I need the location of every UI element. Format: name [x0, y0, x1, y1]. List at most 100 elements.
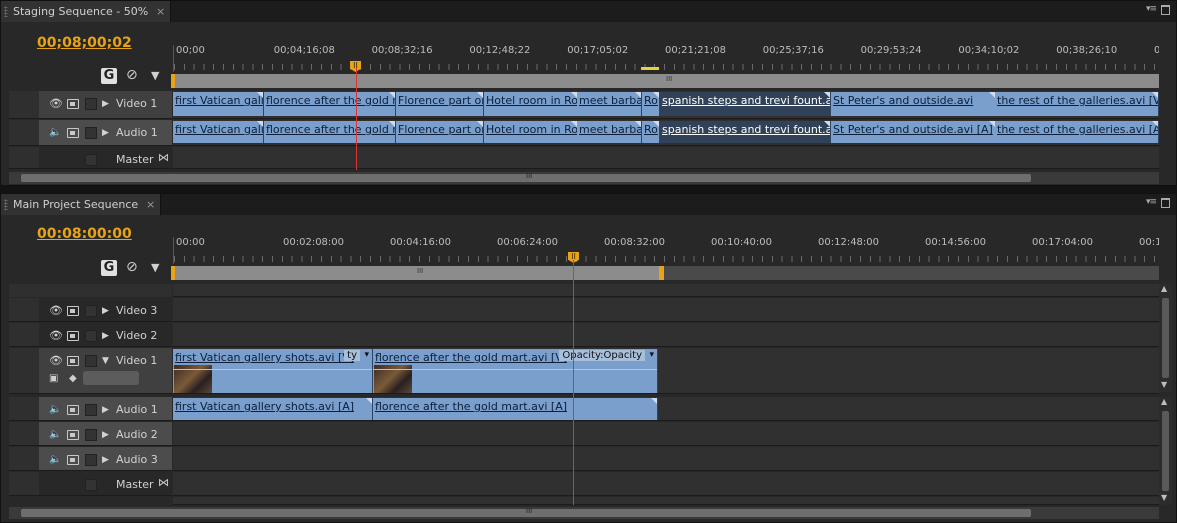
staging-zoom-handle-left[interactable] [171, 74, 175, 88]
scroll-down-icon[interactable]: ▼ [1161, 380, 1167, 389]
main-audio-track[interactable] [173, 447, 1159, 471]
chevron-down-icon[interactable]: ▾ [649, 350, 654, 360]
clip[interactable]: florence after the gold mart.avi [V] Opac… [373, 349, 658, 393]
staging-time-ruler[interactable]: 00;00 00;04;16;08 00;08;32;16 00;12;48;22 00… [173, 45, 1159, 72]
keyframe-navigator-slider[interactable] [83, 371, 139, 385]
clip[interactable]: spanish steps and trevi fount.avi [660, 92, 831, 116]
close-icon[interactable]: × [146, 194, 155, 215]
eye-icon[interactable]: 👁 [49, 330, 63, 342]
clip[interactable]: Ro [642, 92, 660, 116]
clip[interactable]: meet barba [577, 92, 642, 116]
track-lock-icon[interactable] [85, 404, 97, 416]
chevron-right-icon[interactable]: ▶ [102, 331, 109, 341]
sync-lock-icon[interactable] [67, 455, 79, 465]
clip[interactable]: St Peter's and outside.avi [A] [831, 121, 996, 143]
clip[interactable]: Ro [642, 121, 660, 143]
clip[interactable]: first Vatican galle [173, 121, 264, 143]
clip[interactable]: florence after the gold mart.avi [A] [373, 398, 658, 420]
panel-divider[interactable] [0, 186, 1177, 193]
track-lock-icon[interactable] [85, 127, 97, 139]
speaker-icon[interactable]: 🔈 [49, 429, 61, 441]
chevron-right-icon[interactable]: ▶ [102, 99, 109, 109]
staging-timecode[interactable]: 00;08;00;02 [37, 35, 132, 51]
main-zoom-bar[interactable]: III [171, 266, 1159, 280]
scroll-down-icon[interactable]: ▼ [1161, 493, 1167, 502]
panel-menu-icon[interactable]: ▾≡ [1146, 4, 1157, 14]
sync-lock-icon[interactable] [67, 331, 79, 341]
speaker-icon[interactable]: 🔈 [49, 127, 61, 139]
main-audio-track[interactable] [173, 472, 1159, 496]
main-scroll-thumb[interactable]: III [21, 507, 1031, 517]
clip[interactable]: the rest of the galleries.avi [A] [995, 121, 1159, 143]
maximize-icon[interactable] [1161, 5, 1170, 15]
main-video-track[interactable] [173, 298, 1159, 322]
staging-track-master[interactable] [173, 147, 1159, 169]
clip[interactable]: first Vatican gallery shots.avi [V] ty ▾ [173, 349, 373, 393]
clip[interactable]: St Peter's and outside.avi [831, 92, 996, 116]
eye-icon[interactable]: 👁 [49, 355, 63, 367]
set-marker-dropdown-icon[interactable]: ▼ [151, 260, 167, 276]
chevron-down-icon[interactable]: ▼ [102, 356, 109, 366]
main-zoom-handle-right[interactable] [659, 266, 664, 280]
clip-effect-dropdown[interactable]: ty [344, 350, 360, 361]
tab-grip-icon[interactable] [4, 6, 8, 17]
clip[interactable]: spanish steps and trevi fount.avi [660, 121, 831, 143]
chevron-down-icon[interactable]: ▾ [364, 350, 369, 360]
track-lock-icon[interactable] [85, 154, 97, 166]
video-vertical-scrollbar[interactable]: ▲ ▼ [1159, 284, 1172, 392]
clip[interactable]: Hotel room in Rom [484, 121, 578, 143]
chevron-right-icon[interactable]: ▶ [102, 128, 109, 138]
video-vscroll-thumb[interactable] [1162, 298, 1169, 378]
scroll-up-icon[interactable]: ▲ [1161, 397, 1167, 406]
track-lock-icon[interactable] [85, 429, 97, 441]
main-video-track[interactable] [173, 323, 1159, 347]
sync-lock-icon[interactable] [67, 306, 79, 316]
main-horizontal-scrollbar[interactable]: III [9, 507, 1159, 519]
set-marker-dropdown-icon[interactable]: ▼ [151, 68, 167, 84]
main-zoom-handle-left[interactable] [171, 266, 175, 280]
track-lock-icon[interactable] [85, 98, 97, 110]
staging-track-audio[interactable]: first Vatican galle florence after the go… [173, 120, 1159, 146]
display-style-icon[interactable]: ▣ [49, 373, 61, 385]
staging-horizontal-scrollbar[interactable]: III [9, 172, 1159, 184]
clip[interactable]: first Vatican galle [173, 92, 264, 116]
scroll-up-icon[interactable]: ▲ [1161, 284, 1167, 293]
track-lock-icon[interactable] [85, 330, 97, 342]
clip[interactable]: the rest of the galleries.avi [V] [995, 92, 1159, 116]
staging-scroll-thumb[interactable]: III [21, 172, 1031, 182]
clip[interactable]: Florence part one [396, 92, 484, 116]
panel-menu-icon[interactable]: ▾≡ [1146, 197, 1157, 207]
clip[interactable]: Hotel room in Rom [484, 92, 578, 116]
audio-vscroll-thumb[interactable] [1162, 411, 1169, 491]
clip[interactable]: meet barba [577, 121, 642, 143]
maximize-icon[interactable] [1161, 198, 1170, 208]
audio-vertical-scrollbar[interactable]: ▲ ▼ [1159, 397, 1172, 505]
staging-track-video[interactable]: first Vatican galle florence after the go… [173, 91, 1159, 119]
track-lock-icon[interactable] [85, 479, 97, 491]
main-audio-track[interactable] [173, 422, 1159, 446]
track-lock-icon[interactable] [85, 305, 97, 317]
snap-icon[interactable]: G [101, 260, 117, 276]
tab-staging-sequence[interactable]: Staging Sequence - 50% × [1, 1, 172, 22]
clip[interactable]: florence after the gold m [264, 121, 396, 143]
sync-lock-icon[interactable] [67, 430, 79, 440]
chevron-right-icon[interactable]: ▶ [102, 405, 109, 415]
speaker-icon[interactable]: 🔈 [49, 454, 61, 466]
track-lock-icon[interactable] [85, 454, 97, 466]
sync-lock-icon[interactable] [67, 128, 79, 138]
add-marker-icon[interactable]: ⊘ [126, 259, 142, 275]
eye-icon[interactable]: 👁 [49, 98, 63, 110]
keyframe-icon[interactable]: ◆ [69, 373, 81, 385]
opacity-line[interactable] [173, 369, 372, 370]
main-timecode[interactable]: 00:08:00:00 [37, 226, 132, 242]
tab-grip-icon[interactable] [4, 199, 8, 210]
main-audio-track[interactable]: first Vatican gallery shots.avi [A] flore… [173, 397, 1159, 421]
clip[interactable]: florence after the gold m [264, 92, 396, 116]
staging-zoom-bar[interactable]: III [171, 74, 1159, 88]
chevron-right-icon[interactable]: ▶ [102, 430, 109, 440]
tab-main-project-sequence[interactable]: Main Project Sequence × [1, 194, 162, 215]
sync-lock-icon[interactable] [67, 99, 79, 109]
main-video-track[interactable]: first Vatican gallery shots.avi [V] ty ▾ fl… [173, 348, 1159, 394]
clip[interactable]: Florence part one [396, 121, 484, 143]
speaker-icon[interactable]: 🔈 [49, 404, 61, 416]
